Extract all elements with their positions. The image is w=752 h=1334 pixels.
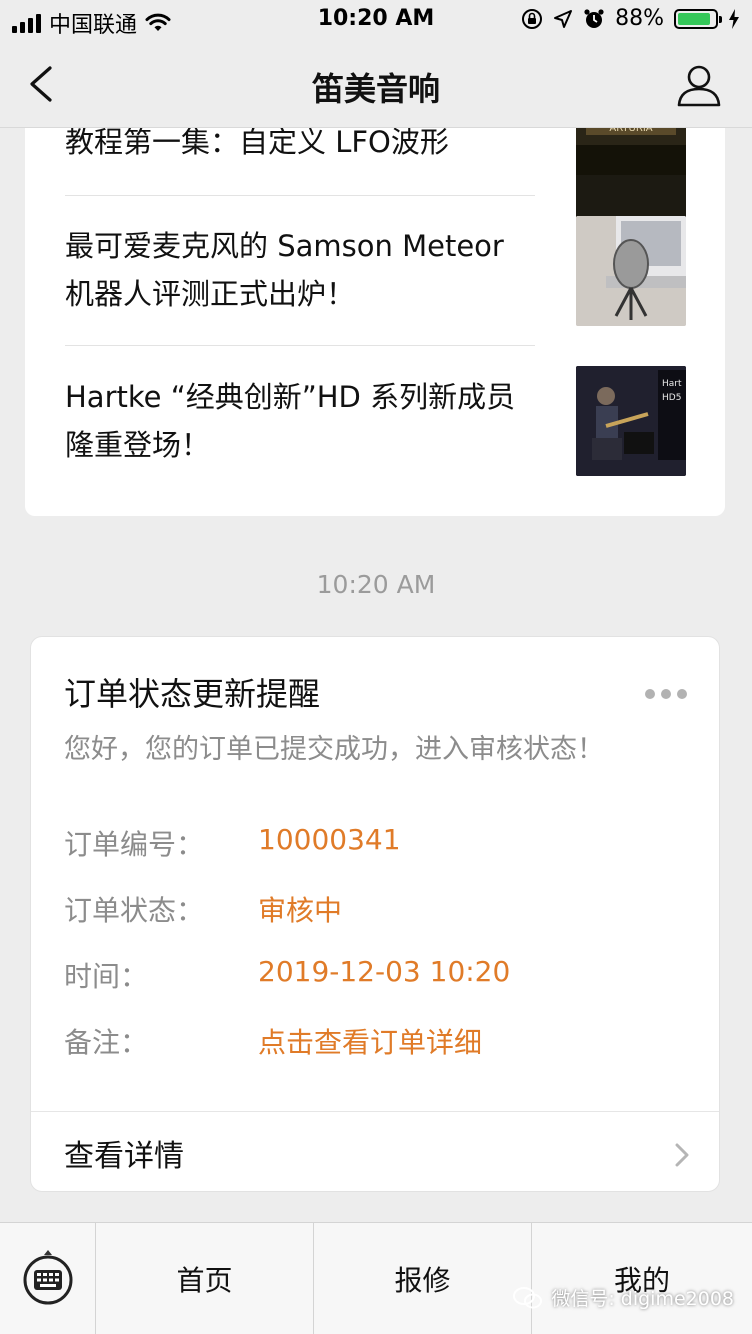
divider [65, 195, 535, 196]
wechat-watermark: 微信号: digime2008 [513, 1284, 734, 1311]
battery-level-fill [678, 12, 710, 25]
bass-player-image: Hart HD5 [576, 366, 686, 476]
status-right: 88% [521, 6, 740, 31]
nav-bar: 笛美音响 [0, 40, 752, 128]
remark-label: 备注： [64, 1026, 149, 1059]
person-icon [677, 65, 721, 107]
remark-value: 点击查看订单详细 [258, 1026, 483, 1059]
watermark-text: 微信号: digime2008 [551, 1288, 734, 1310]
message-timestamp: 10:20 AM [316, 570, 436, 599]
article-thumbnail-3[interactable]: Hart HD5 [576, 366, 686, 476]
order-status-card[interactable]: 订单状态更新提醒 您好，您的订单已提交成功，进入审核状态！ 订单编号： 1000… [30, 636, 720, 1192]
order-status-value: 审核中 [258, 894, 343, 927]
card-divider [31, 1111, 719, 1112]
menu-repair[interactable]: 报修 [314, 1223, 532, 1334]
svg-text:Hart: Hart [662, 379, 682, 389]
card-title: 订单状态更新提醒 [64, 675, 321, 713]
status-bar: 中国联通 10:20 AM 88% [0, 0, 752, 40]
menu-mine[interactable]: 我的 [532, 1223, 752, 1334]
article-thumbnail-2[interactable] [576, 216, 686, 326]
bottom-menu: 首页 报修 我的 [0, 1222, 752, 1334]
order-number-value: 10000341 [258, 823, 401, 856]
menu-home[interactable]: 首页 [96, 1223, 314, 1334]
more-options-icon[interactable] [645, 689, 687, 699]
chevron-right-icon [675, 1143, 689, 1167]
location-icon [554, 9, 573, 28]
charging-bolt-icon [729, 8, 739, 29]
article-thumbnail-1[interactable]: ARTURIA [576, 115, 686, 225]
view-details-link[interactable]: 查看详情 [64, 1131, 184, 1175]
alarm-icon [584, 8, 604, 28]
rotation-lock-icon [522, 8, 543, 29]
keyboard-toggle[interactable] [0, 1223, 96, 1334]
microphone-image [576, 216, 686, 326]
page-title: 笛美音响 [311, 70, 440, 108]
order-status-label: 订单状态： [64, 894, 205, 927]
battery-icon [674, 8, 722, 29]
time-value: 2019-12-03 10:20 [258, 955, 511, 988]
battery-percent: 88% [615, 6, 664, 31]
wechat-icon [513, 1286, 543, 1308]
svg-text:HD5: HD5 [662, 393, 681, 403]
card-subtitle: 您好，您的订单已提交成功，进入审核状态！ [64, 734, 604, 765]
time-label: 时间： [64, 960, 149, 993]
divider [65, 345, 535, 346]
order-number-label: 订单编号： [64, 828, 205, 861]
article-card: 教程第一集：自定义 LFO波形 ARTURIA 最可爱麦克风的 Samson M… [25, 60, 725, 516]
article-item-3[interactable]: Hartke “经典创新”HD 系列新成员隆重登场！ [65, 373, 535, 469]
keyboard-icon[interactable] [20, 1249, 76, 1305]
article-item-2[interactable]: 最可爱麦克风的 Samson Meteor 机器人评测正式出炉！ [65, 222, 535, 318]
profile-button[interactable] [676, 62, 722, 108]
